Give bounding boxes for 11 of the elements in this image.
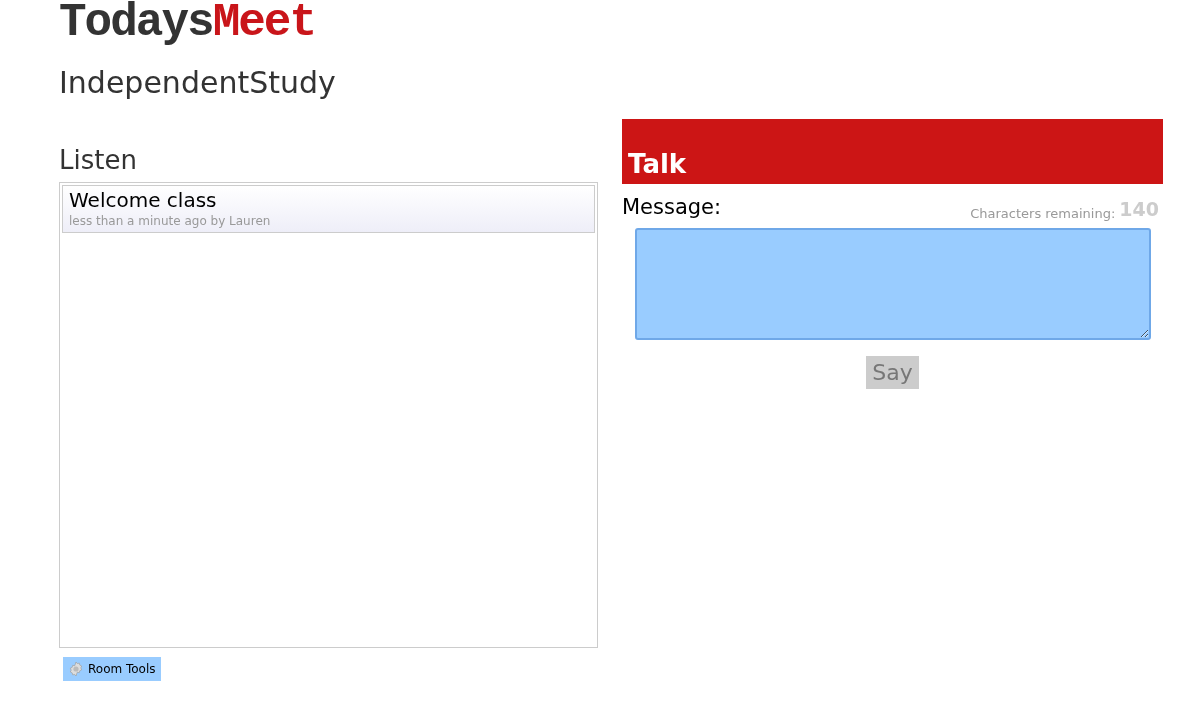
message-meta: less than a minute ago by Lauren	[69, 213, 272, 230]
talk-header: Talk	[622, 119, 1163, 184]
message-text: Welcome class	[69, 188, 218, 212]
characters-label: Characters remaining:	[970, 205, 1116, 223]
room-tools-button[interactable]: Room Tools	[63, 657, 161, 681]
gear-icon	[68, 661, 84, 677]
listen-heading: Listen	[59, 144, 138, 177]
message-label: Message:	[622, 194, 722, 221]
logo: TodaysMeet	[59, 0, 317, 46]
room-title: IndependentStudy	[59, 64, 337, 102]
message-input[interactable]	[635, 227, 1151, 340]
